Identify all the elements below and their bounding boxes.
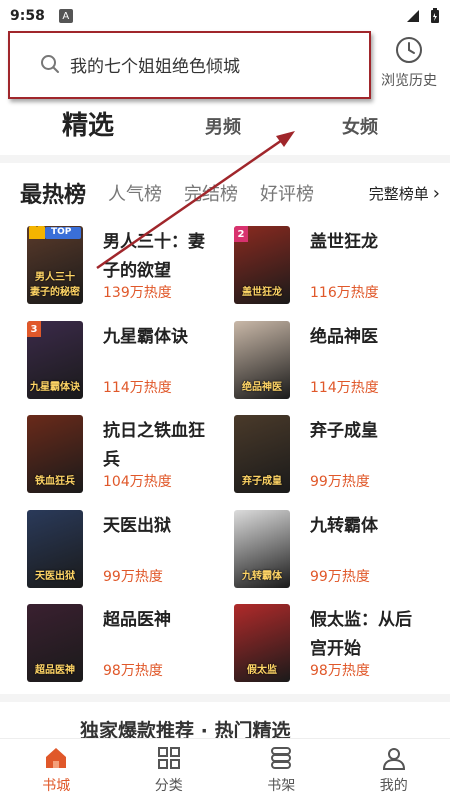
book-item[interactable]: 九转霸体 九转霸体 99万热度: [234, 510, 444, 594]
rank-badge: 2: [234, 226, 248, 242]
rank-tab-rated[interactable]: 好评榜: [260, 180, 314, 206]
book-title[interactable]: 假太监：从后宫开始: [310, 606, 425, 664]
search-icon: [41, 55, 59, 73]
nav-label: 书城: [42, 777, 71, 794]
book-heat: 98万热度: [310, 663, 370, 679]
nav-bookstore[interactable]: 书城: [0, 739, 113, 800]
book-title[interactable]: 抗日之铁血狂兵: [103, 417, 218, 475]
bottom-nav: 书城 分类 书架 我的: [0, 738, 450, 800]
rank-tabs: 最热榜 人气榜 完结榜 好评榜 完整榜单 ›: [20, 177, 440, 209]
book-heat: 139万热度: [103, 285, 172, 301]
cover-title: 铁血狂兵: [35, 476, 75, 487]
book-title[interactable]: 男人三十：妻子的欲望: [103, 228, 218, 286]
book-heat: 114万热度: [103, 380, 172, 396]
search-annotation-box: 我的七个姐姐绝色倾城: [8, 31, 371, 99]
browse-history-button[interactable]: 浏览历史: [374, 36, 444, 90]
book-cover[interactable]: 男人三十 妻子的秘密 TOP: [27, 226, 83, 304]
book-cover[interactable]: 超品医神: [27, 604, 83, 682]
rank-tab-hottest[interactable]: 最热榜: [20, 177, 86, 209]
book-item[interactable]: 弃子成皇 弃子成皇 99万热度: [234, 415, 444, 499]
book-item[interactable]: 天医出狱 天医出狱 99万热度: [27, 510, 237, 594]
nav-label: 书架: [267, 777, 296, 794]
book-cover[interactable]: 盖世狂龙 2: [234, 226, 290, 304]
book-title[interactable]: 绝品神医: [310, 323, 425, 352]
book-cover[interactable]: 铁血狂兵: [27, 415, 83, 493]
book-heat: 98万热度: [103, 663, 163, 679]
tab-male[interactable]: 男频: [205, 113, 241, 139]
profile-icon: [382, 747, 405, 770]
grid-icon: [157, 746, 180, 769]
book-title[interactable]: 九转霸体: [310, 512, 425, 541]
clock-icon: [396, 37, 422, 63]
divider: [0, 694, 450, 702]
nav-category[interactable]: 分类: [113, 739, 226, 800]
status-indicator: A: [58, 9, 73, 23]
full-rank-label: 完整榜单: [368, 184, 429, 203]
book-cover[interactable]: 假太监: [234, 604, 290, 682]
nav-profile[interactable]: 我的: [338, 739, 450, 800]
book-title[interactable]: 弃子成皇: [310, 417, 425, 446]
cover-title: 假太监: [247, 665, 277, 676]
cover-title: 男人三十 妻子的秘密: [30, 272, 80, 298]
full-rank-link[interactable]: 完整榜单 ›: [369, 183, 440, 204]
rank-badge: 3: [27, 321, 41, 337]
book-item[interactable]: 假太监 假太监：从后宫开始 98万热度: [234, 604, 444, 688]
book-title[interactable]: 盖世狂龙: [310, 228, 425, 257]
cover-title: 九星霸体诀: [30, 382, 80, 393]
book-title[interactable]: 超品医神: [103, 606, 218, 635]
tab-featured[interactable]: 精选: [62, 105, 114, 142]
book-item[interactable]: 九星霸体诀 3 九星霸体诀 114万热度: [27, 321, 237, 405]
cover-title: 天医出狱: [35, 571, 75, 582]
cover-title: 弃子成皇: [242, 476, 282, 487]
cellular-icon: [407, 10, 419, 22]
book-item[interactable]: 盖世狂龙 2 盖世狂龙 116万热度: [234, 226, 444, 310]
book-cover[interactable]: 九星霸体诀 3: [27, 321, 83, 399]
book-cover[interactable]: 天医出狱: [27, 510, 83, 588]
book-heat: 104万热度: [103, 474, 172, 490]
book-title[interactable]: 天医出狱: [103, 512, 218, 541]
tab-female[interactable]: 女频: [342, 113, 378, 139]
top-rank-badge: TOP: [27, 226, 83, 241]
cover-title: 绝品神医: [242, 382, 282, 393]
book-cover[interactable]: 弃子成皇: [234, 415, 290, 493]
browse-history-label: 浏览历史: [381, 73, 437, 89]
battery-icon: [431, 8, 439, 23]
cover-title: 盖世狂龙: [242, 287, 282, 298]
divider: [0, 155, 450, 163]
nav-label: 我的: [379, 777, 408, 794]
book-title[interactable]: 九星霸体诀: [103, 323, 218, 352]
home-icon: [46, 747, 67, 768]
cover-title: 九转霸体: [242, 571, 282, 582]
book-heat: 99万热度: [310, 569, 370, 585]
rank-tab-popular[interactable]: 人气榜: [108, 180, 162, 206]
chevron-right-icon: ›: [432, 182, 440, 204]
book-heat: 116万热度: [310, 285, 379, 301]
bookshelf-icon: [271, 746, 292, 769]
nav-label: 分类: [154, 777, 183, 794]
nav-bookshelf[interactable]: 书架: [225, 739, 338, 800]
book-cover[interactable]: 绝品神医: [234, 321, 290, 399]
search-placeholder: 我的七个姐姐绝色倾城: [70, 56, 240, 77]
book-cover[interactable]: 九转霸体: [234, 510, 290, 588]
search-bar[interactable]: 我的七个姐姐绝色倾城: [26, 41, 364, 87]
cover-title: 超品医神: [35, 665, 75, 676]
status-icons: [406, 8, 440, 24]
book-item[interactable]: 铁血狂兵 抗日之铁血狂兵 104万热度: [27, 415, 237, 499]
rank-tab-completed[interactable]: 完结榜: [184, 180, 238, 206]
book-item[interactable]: 超品医神 超品医神 98万热度: [27, 604, 237, 688]
status-bar: 9:58 A: [0, 0, 450, 32]
book-item[interactable]: 绝品神医 绝品神医 114万热度: [234, 321, 444, 405]
book-item[interactable]: 男人三十 妻子的秘密 TOP 男人三十：妻子的欲望 139万热度: [27, 226, 237, 310]
book-heat: 99万热度: [310, 474, 370, 490]
top-rank-label: TOP: [51, 227, 72, 237]
status-time: 9:58: [10, 8, 45, 24]
top-tabs: 精选 男频 女频: [0, 100, 450, 150]
book-heat: 114万热度: [310, 380, 379, 396]
book-heat: 99万热度: [103, 569, 163, 585]
